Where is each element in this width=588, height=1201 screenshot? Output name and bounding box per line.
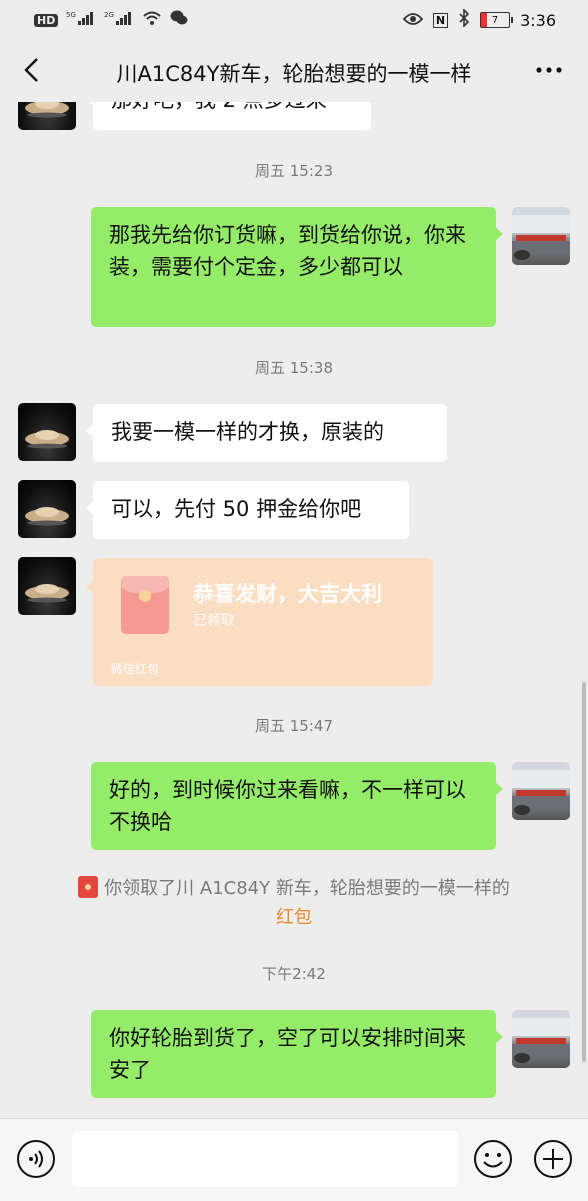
contact-avatar[interactable] <box>18 480 76 538</box>
wechat-icon <box>170 10 188 30</box>
my-avatar[interactable] <box>512 207 570 265</box>
contact-avatar[interactable] <box>18 102 76 130</box>
status-bar: HD 5G 2G N 7 3:36 <box>0 0 588 38</box>
red-packet-label: 微信红包 <box>111 662 160 676</box>
red-packet-icon <box>78 876 99 898</box>
chat-header: 川A1C84Y新车，轮胎想要的一模一样 <box>0 38 588 102</box>
my-avatar[interactable] <box>512 1010 570 1068</box>
status-time: 3:36 <box>520 10 556 30</box>
red-packet-card[interactable]: 恭喜发财，大吉大利 已领取 微信红包 <box>86 558 433 686</box>
red-packet-title: 恭喜发财，大吉大利 <box>193 582 382 606</box>
timestamp: 下午2:42 <box>262 965 326 983</box>
red-packet-icon <box>121 576 169 634</box>
contact-avatar[interactable] <box>18 557 76 615</box>
svg-text:5G: 5G <box>66 11 76 19</box>
svg-text:2G: 2G <box>104 11 114 19</box>
plus-icon[interactable] <box>533 1139 573 1179</box>
scrollbar[interactable] <box>582 682 586 1062</box>
hd-indicator: HD <box>34 13 59 27</box>
message-bubble-sent[interactable]: 那我先给你订货嘛，到货给你说，你来装，需要付个定金，多少都可以 <box>91 207 503 327</box>
message-input[interactable] <box>72 1131 458 1187</box>
system-message-text: 你领取了川 A1C84Y 新车，轮胎想要的一模一样的 <box>104 878 510 899</box>
back-arrow-icon[interactable] <box>20 56 44 84</box>
signal-icon-2: 2G <box>104 10 134 30</box>
eye-icon <box>402 11 424 30</box>
chat-title: 川A1C84Y新车，轮胎想要的一模一样 <box>116 62 472 86</box>
timestamp: 周五 15:23 <box>255 162 333 180</box>
message-bubble-received[interactable]: 我要一模一样的才换，原装的 <box>86 404 447 462</box>
voice-icon[interactable] <box>16 1139 56 1179</box>
message-bubble-received[interactable]: 那好吧，我 2 点多过来 <box>86 102 371 130</box>
message-bubble-sent[interactable]: 好的，到时候你过来看嘛，不一样可以不换哈 <box>91 762 503 850</box>
battery-icon: 7 <box>480 12 514 28</box>
system-message: 你领取了川 A1C84Y 新车，轮胎想要的一模一样的 红包 <box>40 874 548 932</box>
my-avatar[interactable] <box>512 762 570 820</box>
wifi-icon <box>142 10 162 30</box>
signal-icon: 5G <box>66 10 96 30</box>
red-packet-link[interactable]: 红包 <box>276 907 312 928</box>
timestamp: 周五 15:47 <box>255 717 333 735</box>
more-options-icon[interactable] <box>534 58 564 82</box>
red-packet-status: 已领取 <box>193 613 235 629</box>
input-bar <box>0 1118 588 1201</box>
chat-area[interactable]: 那好吧，我 2 点多过来 周五 15:23 那我先给你订货嘛，到货给你说，你来装… <box>0 102 588 1118</box>
contact-avatar[interactable] <box>18 403 76 461</box>
status-right: N 7 3:36 <box>402 8 556 31</box>
nfc-icon: N <box>432 12 449 28</box>
message-bubble-sent[interactable]: 你好轮胎到货了，空了可以安排时间来安了 <box>91 1010 503 1098</box>
message-bubble-received[interactable]: 可以，先付 50 押金给你吧 <box>86 481 409 539</box>
bluetooth-icon <box>458 8 470 31</box>
emoji-icon[interactable] <box>473 1139 513 1179</box>
status-left: HD 5G 2G <box>34 10 188 30</box>
timestamp: 周五 15:38 <box>255 359 333 377</box>
